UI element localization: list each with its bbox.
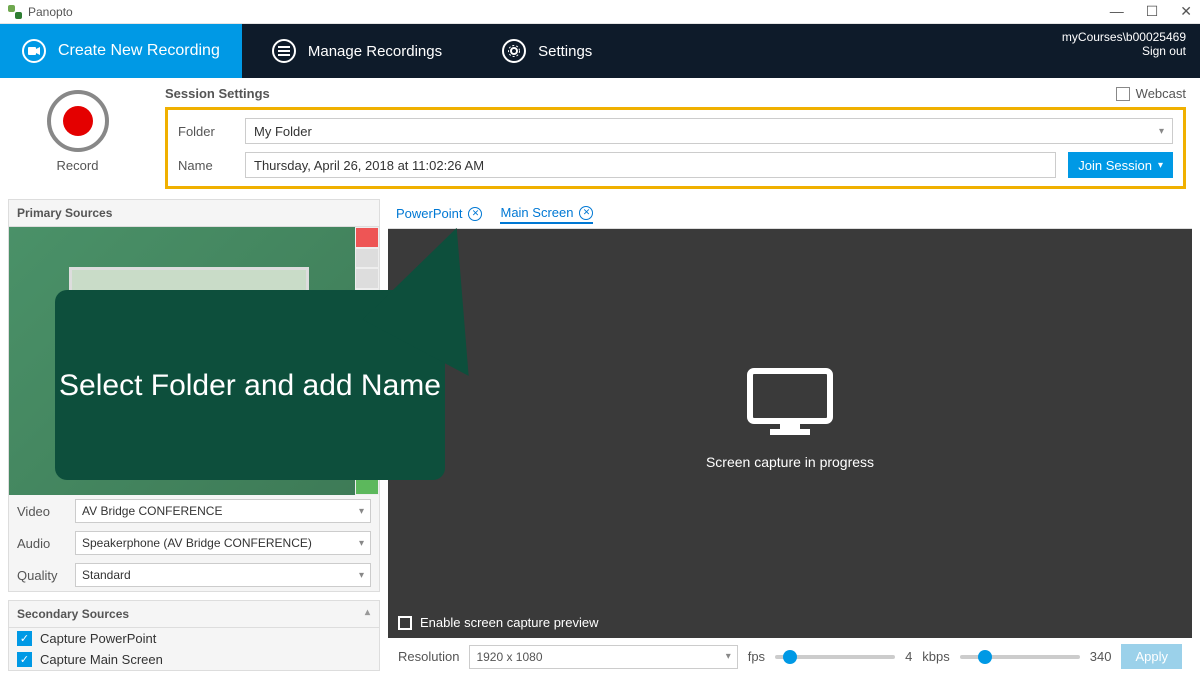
close-tab-icon[interactable]: ✕	[579, 206, 593, 220]
audio-label: Audio	[17, 536, 67, 551]
settings-label: Settings	[538, 43, 592, 60]
panopto-logo-icon	[8, 5, 22, 19]
list-icon	[272, 39, 296, 63]
manage-label: Manage Recordings	[308, 43, 442, 60]
video-label: Video	[17, 504, 67, 519]
capture-screen-label: Capture Main Screen	[40, 652, 163, 667]
chevron-down-icon: ▾	[1159, 126, 1164, 137]
resolution-select[interactable]: 1920 x 1080▾	[469, 645, 737, 669]
enable-preview-bar: Enable screen capture preview	[388, 607, 1192, 638]
fps-value: 4	[905, 649, 912, 664]
instruction-callout: Select Folder and add Name	[55, 290, 445, 480]
maximize-button[interactable]: ☐	[1146, 3, 1159, 20]
join-session-button[interactable]: Join Session ▾	[1068, 152, 1173, 178]
audio-select[interactable]: Speakerphone (AV Bridge CONFERENCE)▾	[75, 531, 371, 555]
create-new-recording-button[interactable]: Create New Recording	[0, 24, 242, 78]
resolution-label: Resolution	[398, 649, 459, 664]
chevron-down-icon: ▾	[359, 570, 364, 581]
folder-select[interactable]: My Folder ▾	[245, 118, 1173, 144]
scroll-indicator-icon: ▴	[365, 607, 371, 621]
capture-status-text: Screen capture in progress	[706, 454, 874, 470]
navbar: Create New Recording Manage Recordings S…	[0, 24, 1200, 78]
manage-recordings-button[interactable]: Manage Recordings	[242, 24, 472, 78]
webcast-label: Webcast	[1136, 86, 1186, 101]
callout-text: Select Folder and add Name	[59, 363, 441, 408]
kbps-slider[interactable]	[960, 655, 1080, 659]
name-label: Name	[178, 158, 233, 173]
join-label: Join Session	[1078, 158, 1152, 173]
folder-label: Folder	[178, 124, 233, 139]
kbps-label: kbps	[922, 649, 949, 664]
close-tab-icon[interactable]: ✕	[468, 207, 482, 221]
signout-link[interactable]: Sign out	[1142, 44, 1186, 58]
capture-ppt-label: Capture PowerPoint	[40, 631, 156, 646]
capture-powerpoint-checkbox[interactable]: ✓ Capture PowerPoint	[9, 628, 379, 649]
fps-slider[interactable]	[775, 655, 895, 659]
secondary-sources-panel: Secondary Sources ▴ ✓ Capture PowerPoint…	[8, 600, 380, 671]
quality-label: Quality	[17, 568, 67, 583]
settings-button[interactable]: Settings	[472, 24, 622, 78]
titlebar: Panopto — ☐ ✕	[0, 0, 1200, 24]
window-title: Panopto	[28, 5, 73, 19]
checkbox-checked-icon: ✓	[17, 631, 32, 646]
camera-icon	[22, 39, 46, 63]
minimize-button[interactable]: —	[1110, 3, 1124, 20]
session-settings-title: Session Settings	[165, 86, 270, 101]
fps-label: fps	[748, 649, 765, 664]
record-button[interactable]	[47, 90, 109, 152]
gear-icon	[502, 39, 526, 63]
chevron-down-icon: ▾	[359, 538, 364, 549]
primary-sources-title: Primary Sources	[17, 206, 112, 220]
chevron-down-icon: ▾	[726, 651, 731, 662]
webcast-checkbox[interactable]: Webcast	[1116, 86, 1186, 101]
create-label: Create New Recording	[58, 42, 220, 60]
apply-button[interactable]: Apply	[1121, 644, 1182, 669]
close-button[interactable]: ✕	[1180, 3, 1192, 20]
folder-value: My Folder	[254, 124, 312, 139]
monitor-icon	[745, 366, 835, 436]
checkbox-checked-icon: ✓	[17, 652, 32, 667]
secondary-sources-title: Secondary Sources	[17, 607, 129, 621]
chevron-down-icon: ▾	[359, 506, 364, 517]
enable-preview-label: Enable screen capture preview	[420, 615, 599, 630]
name-value: Thursday, April 26, 2018 at 11:02:26 AM	[254, 158, 484, 173]
checkbox-icon[interactable]	[398, 616, 412, 630]
video-select[interactable]: AV Bridge CONFERENCE▾	[75, 499, 371, 523]
quality-select[interactable]: Standard▾	[75, 563, 371, 587]
checkbox-icon	[1116, 87, 1130, 101]
session-highlight-box: Folder My Folder ▾ Name Thursday, April …	[165, 107, 1186, 189]
resolution-bar: Resolution 1920 x 1080▾ fps 4 kbps 340 A…	[388, 638, 1192, 675]
record-dot-icon	[63, 106, 93, 136]
chevron-down-icon: ▾	[1158, 160, 1163, 171]
user-info: myCourses\b00025469 Sign out	[1048, 24, 1200, 78]
window-controls: — ☐ ✕	[1110, 3, 1192, 20]
capture-main-screen-checkbox[interactable]: ✓ Capture Main Screen	[9, 649, 379, 670]
kbps-value: 340	[1090, 649, 1112, 664]
username: myCourses\b00025469	[1062, 30, 1186, 44]
source-tabs: PowerPoint ✕ Main Screen ✕	[388, 199, 1192, 229]
tab-main-screen[interactable]: Main Screen ✕	[500, 203, 593, 224]
record-label: Record	[57, 158, 99, 173]
name-input[interactable]: Thursday, April 26, 2018 at 11:02:26 AM	[245, 152, 1056, 178]
